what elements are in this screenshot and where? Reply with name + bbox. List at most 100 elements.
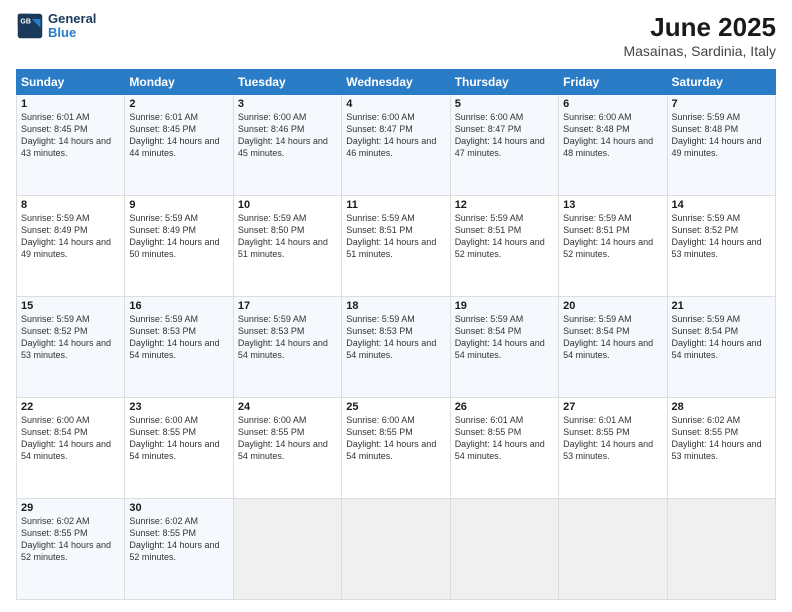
calendar-week-3: 15 Sunrise: 5:59 AM Sunset: 8:52 PM Dayl… (17, 297, 776, 398)
table-row: 30 Sunrise: 6:02 AM Sunset: 8:55 PM Dayl… (125, 499, 233, 600)
day-info: Sunrise: 6:00 AM Sunset: 8:47 PM Dayligh… (346, 111, 445, 160)
calendar-subtitle: Masainas, Sardinia, Italy (623, 43, 776, 59)
table-row (233, 499, 341, 600)
day-info: Sunrise: 5:59 AM Sunset: 8:54 PM Dayligh… (563, 313, 662, 362)
table-row: 14 Sunrise: 5:59 AM Sunset: 8:52 PM Dayl… (667, 196, 775, 297)
day-info: Sunrise: 6:00 AM Sunset: 8:55 PM Dayligh… (238, 414, 337, 463)
day-number: 14 (672, 199, 771, 211)
table-row: 27 Sunrise: 6:01 AM Sunset: 8:55 PM Dayl… (559, 398, 667, 499)
col-monday: Monday (125, 70, 233, 95)
day-info: Sunrise: 5:59 AM Sunset: 8:48 PM Dayligh… (672, 111, 771, 160)
day-info: Sunrise: 5:59 AM Sunset: 8:50 PM Dayligh… (238, 212, 337, 261)
day-number: 10 (238, 199, 337, 211)
calendar-week-1: 1 Sunrise: 6:01 AM Sunset: 8:45 PM Dayli… (17, 95, 776, 196)
table-row: 16 Sunrise: 5:59 AM Sunset: 8:53 PM Dayl… (125, 297, 233, 398)
day-number: 29 (21, 502, 120, 514)
table-row: 17 Sunrise: 5:59 AM Sunset: 8:53 PM Dayl… (233, 297, 341, 398)
table-row: 9 Sunrise: 5:59 AM Sunset: 8:49 PM Dayli… (125, 196, 233, 297)
day-info: Sunrise: 5:59 AM Sunset: 8:49 PM Dayligh… (21, 212, 120, 261)
day-info: Sunrise: 6:02 AM Sunset: 8:55 PM Dayligh… (129, 515, 228, 564)
svg-text:GB: GB (20, 19, 31, 26)
table-row: 24 Sunrise: 6:00 AM Sunset: 8:55 PM Dayl… (233, 398, 341, 499)
table-row: 26 Sunrise: 6:01 AM Sunset: 8:55 PM Dayl… (450, 398, 558, 499)
day-info: Sunrise: 5:59 AM Sunset: 8:54 PM Dayligh… (455, 313, 554, 362)
day-number: 2 (129, 98, 228, 110)
day-number: 18 (346, 300, 445, 312)
table-row: 13 Sunrise: 5:59 AM Sunset: 8:51 PM Dayl… (559, 196, 667, 297)
col-friday: Friday (559, 70, 667, 95)
table-row: 3 Sunrise: 6:00 AM Sunset: 8:46 PM Dayli… (233, 95, 341, 196)
day-number: 15 (21, 300, 120, 312)
day-info: Sunrise: 6:00 AM Sunset: 8:47 PM Dayligh… (455, 111, 554, 160)
day-info: Sunrise: 6:00 AM Sunset: 8:55 PM Dayligh… (129, 414, 228, 463)
day-number: 7 (672, 98, 771, 110)
day-info: Sunrise: 6:01 AM Sunset: 8:55 PM Dayligh… (455, 414, 554, 463)
logo-icon: GB (16, 12, 44, 40)
day-number: 21 (672, 300, 771, 312)
table-row: 23 Sunrise: 6:00 AM Sunset: 8:55 PM Dayl… (125, 398, 233, 499)
table-row: 5 Sunrise: 6:00 AM Sunset: 8:47 PM Dayli… (450, 95, 558, 196)
day-number: 16 (129, 300, 228, 312)
day-info: Sunrise: 5:59 AM Sunset: 8:51 PM Dayligh… (563, 212, 662, 261)
day-info: Sunrise: 6:01 AM Sunset: 8:55 PM Dayligh… (563, 414, 662, 463)
table-row: 7 Sunrise: 5:59 AM Sunset: 8:48 PM Dayli… (667, 95, 775, 196)
calendar-week-5: 29 Sunrise: 6:02 AM Sunset: 8:55 PM Dayl… (17, 499, 776, 600)
table-row: 8 Sunrise: 5:59 AM Sunset: 8:49 PM Dayli… (17, 196, 125, 297)
table-row: 19 Sunrise: 5:59 AM Sunset: 8:54 PM Dayl… (450, 297, 558, 398)
day-number: 24 (238, 401, 337, 413)
weekday-header-row: Sunday Monday Tuesday Wednesday Thursday… (17, 70, 776, 95)
day-number: 27 (563, 401, 662, 413)
logo: GB General Blue (16, 12, 96, 41)
day-number: 1 (21, 98, 120, 110)
table-row: 10 Sunrise: 5:59 AM Sunset: 8:50 PM Dayl… (233, 196, 341, 297)
table-row: 6 Sunrise: 6:00 AM Sunset: 8:48 PM Dayli… (559, 95, 667, 196)
day-number: 25 (346, 401, 445, 413)
calendar-week-4: 22 Sunrise: 6:00 AM Sunset: 8:54 PM Dayl… (17, 398, 776, 499)
table-row: 15 Sunrise: 5:59 AM Sunset: 8:52 PM Dayl… (17, 297, 125, 398)
day-number: 19 (455, 300, 554, 312)
table-row: 2 Sunrise: 6:01 AM Sunset: 8:45 PM Dayli… (125, 95, 233, 196)
day-number: 28 (672, 401, 771, 413)
day-number: 13 (563, 199, 662, 211)
day-info: Sunrise: 5:59 AM Sunset: 8:54 PM Dayligh… (672, 313, 771, 362)
day-info: Sunrise: 5:59 AM Sunset: 8:51 PM Dayligh… (455, 212, 554, 261)
header: GB General Blue June 2025 Masainas, Sard… (16, 12, 776, 59)
col-wednesday: Wednesday (342, 70, 450, 95)
day-info: Sunrise: 6:02 AM Sunset: 8:55 PM Dayligh… (672, 414, 771, 463)
table-row: 20 Sunrise: 5:59 AM Sunset: 8:54 PM Dayl… (559, 297, 667, 398)
day-number: 30 (129, 502, 228, 514)
day-info: Sunrise: 6:02 AM Sunset: 8:55 PM Dayligh… (21, 515, 120, 564)
col-thursday: Thursday (450, 70, 558, 95)
table-row (450, 499, 558, 600)
table-row: 29 Sunrise: 6:02 AM Sunset: 8:55 PM Dayl… (17, 499, 125, 600)
col-tuesday: Tuesday (233, 70, 341, 95)
day-number: 11 (346, 199, 445, 211)
day-info: Sunrise: 5:59 AM Sunset: 8:53 PM Dayligh… (238, 313, 337, 362)
calendar-week-2: 8 Sunrise: 5:59 AM Sunset: 8:49 PM Dayli… (17, 196, 776, 297)
day-number: 17 (238, 300, 337, 312)
table-row (342, 499, 450, 600)
day-number: 4 (346, 98, 445, 110)
day-info: Sunrise: 5:59 AM Sunset: 8:53 PM Dayligh… (129, 313, 228, 362)
table-row: 12 Sunrise: 5:59 AM Sunset: 8:51 PM Dayl… (450, 196, 558, 297)
table-row: 18 Sunrise: 5:59 AM Sunset: 8:53 PM Dayl… (342, 297, 450, 398)
day-number: 3 (238, 98, 337, 110)
day-number: 6 (563, 98, 662, 110)
table-row: 22 Sunrise: 6:00 AM Sunset: 8:54 PM Dayl… (17, 398, 125, 499)
day-info: Sunrise: 6:00 AM Sunset: 8:46 PM Dayligh… (238, 111, 337, 160)
table-row (559, 499, 667, 600)
day-number: 26 (455, 401, 554, 413)
day-info: Sunrise: 6:01 AM Sunset: 8:45 PM Dayligh… (129, 111, 228, 160)
day-number: 22 (21, 401, 120, 413)
day-info: Sunrise: 6:00 AM Sunset: 8:48 PM Dayligh… (563, 111, 662, 160)
title-block: June 2025 Masainas, Sardinia, Italy (623, 12, 776, 59)
col-saturday: Saturday (667, 70, 775, 95)
day-number: 23 (129, 401, 228, 413)
day-info: Sunrise: 5:59 AM Sunset: 8:53 PM Dayligh… (346, 313, 445, 362)
table-row: 1 Sunrise: 6:01 AM Sunset: 8:45 PM Dayli… (17, 95, 125, 196)
day-number: 8 (21, 199, 120, 211)
table-row: 28 Sunrise: 6:02 AM Sunset: 8:55 PM Dayl… (667, 398, 775, 499)
table-row: 4 Sunrise: 6:00 AM Sunset: 8:47 PM Dayli… (342, 95, 450, 196)
calendar-title: June 2025 (623, 12, 776, 43)
col-sunday: Sunday (17, 70, 125, 95)
